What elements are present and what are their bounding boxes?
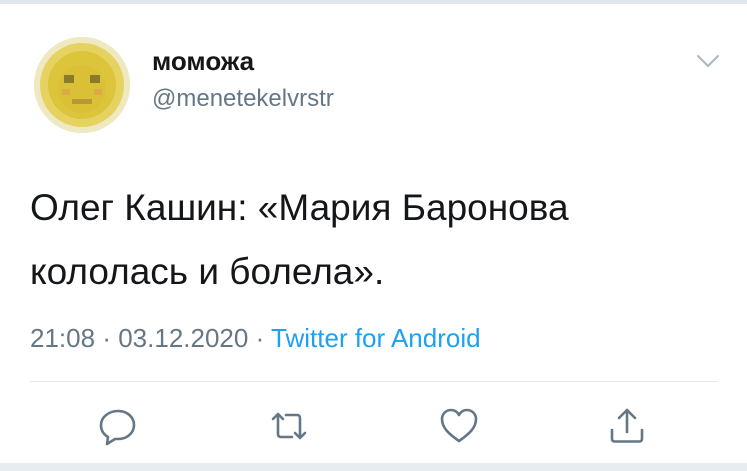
author-handle[interactable]: @menetekelvrstr	[152, 84, 334, 114]
tweet-source-link[interactable]: Twitter for Android	[271, 323, 481, 353]
author-display-name[interactable]: моможа	[152, 46, 254, 76]
bottom-border	[0, 463, 747, 471]
share-button[interactable]	[607, 406, 647, 446]
meta-separator: ·	[255, 323, 265, 353]
reply-icon	[99, 409, 136, 446]
tweet-text-line: кололась и болела».	[30, 251, 385, 292]
avatar[interactable]	[34, 37, 130, 133]
divider	[30, 381, 718, 382]
retweet-button[interactable]	[269, 406, 309, 446]
yellow-face-icon	[34, 37, 130, 133]
share-icon	[610, 408, 644, 443]
tweet-time[interactable]: 21:08	[30, 323, 95, 353]
heart-icon	[440, 408, 478, 443]
tweet-text: Олег Кашин: «Мария Баронова кололась и б…	[30, 176, 720, 304]
top-border	[0, 0, 747, 4]
retweet-icon	[271, 412, 307, 440]
like-button[interactable]	[439, 406, 479, 446]
chevron-down-icon[interactable]	[694, 50, 722, 72]
reply-button[interactable]	[98, 406, 138, 446]
tweet-text-line: Олег Кашин: «Мария Баронова	[30, 187, 569, 228]
meta-separator: ·	[102, 323, 111, 353]
tweet-meta: 21:08 · 03.12.2020 · Twitter for Android	[30, 322, 481, 354]
tweet-date[interactable]: 03.12.2020	[118, 323, 248, 353]
